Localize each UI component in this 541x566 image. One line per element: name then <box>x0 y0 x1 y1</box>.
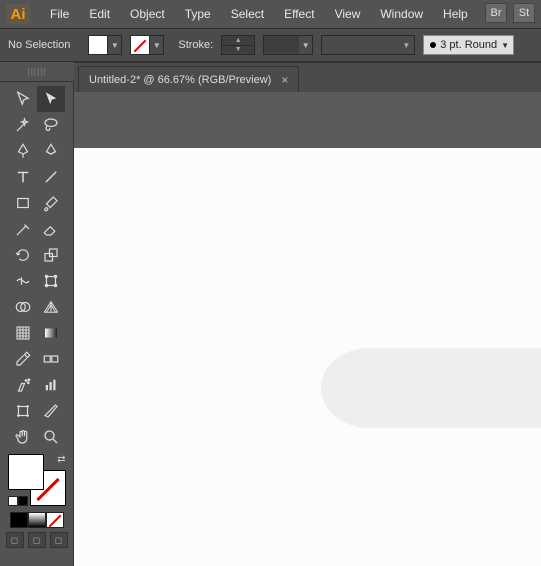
eyedropper-tool[interactable] <box>9 346 37 372</box>
stroke-weight-stepper[interactable]: ▲ ▼ <box>221 35 255 55</box>
chevron-down-icon: ▼ <box>501 41 509 50</box>
chevron-down-icon[interactable]: ▼ <box>222 46 254 55</box>
direct-selection-tool[interactable] <box>37 86 65 112</box>
menu-view[interactable]: View <box>325 0 371 28</box>
stroke-color-well[interactable] <box>130 35 150 55</box>
draw-inside-button[interactable]: ◻ <box>50 532 68 548</box>
stroke-color-dropdown[interactable]: ▼ <box>150 35 164 55</box>
menu-select[interactable]: Select <box>221 0 274 28</box>
stroke-weight-field[interactable] <box>263 35 299 55</box>
perspective-grid-tool[interactable] <box>37 294 65 320</box>
fill-swatch[interactable] <box>8 454 44 490</box>
width-tool[interactable] <box>9 268 37 294</box>
lasso-tool[interactable] <box>37 112 65 138</box>
shaper-tool[interactable] <box>9 216 37 242</box>
brush-label: 3 pt. Round <box>440 39 497 51</box>
zoom-tool[interactable] <box>37 424 65 450</box>
chevron-up-icon[interactable]: ▲ <box>222 36 254 46</box>
close-icon[interactable]: × <box>281 73 288 87</box>
pen-tool[interactable] <box>9 138 37 164</box>
draw-normal-button[interactable]: ◻ <box>6 532 24 548</box>
shape-builder-tool[interactable] <box>9 294 37 320</box>
document-tab-strip: Untitled-2* @ 66.67% (RGB/Preview) × <box>74 62 541 92</box>
document-tab-title: Untitled-2* @ 66.67% (RGB/Preview) <box>89 74 271 86</box>
tools-panel: ⇄ ◻ ◻ ◻ <box>0 82 74 566</box>
stroke-label: Stroke: <box>178 39 213 51</box>
selection-status: No Selection <box>8 39 70 51</box>
eraser-tool[interactable] <box>37 216 65 242</box>
variable-width-profile-dropdown[interactable]: ▼ <box>321 35 415 55</box>
stroke-weight-dropdown[interactable]: ▼ <box>299 35 313 55</box>
default-fill-stroke-icon[interactable] <box>8 496 28 506</box>
free-transform-tool[interactable] <box>37 268 65 294</box>
toolbar-collapse-handle[interactable]: |||||| <box>0 62 74 82</box>
swap-fill-stroke-icon[interactable]: ⇄ <box>57 454 65 465</box>
type-tool[interactable] <box>9 164 37 190</box>
rotate-tool[interactable] <box>9 242 37 268</box>
blend-tool[interactable] <box>37 346 65 372</box>
scale-tool[interactable] <box>37 242 65 268</box>
fill-stroke-swatch[interactable]: ⇄ <box>8 454 66 506</box>
fill-color-dropdown[interactable]: ▼ <box>108 35 122 55</box>
menu-bar: Ai File Edit Object Type Select Effect V… <box>0 0 541 28</box>
artwork-shape <box>321 348 541 428</box>
app-logo: Ai <box>6 4 30 24</box>
menu-help[interactable]: Help <box>433 0 478 28</box>
menu-type[interactable]: Type <box>175 0 221 28</box>
mesh-tool[interactable] <box>9 320 37 346</box>
menu-object[interactable]: Object <box>120 0 175 28</box>
gradient-tool[interactable] <box>37 320 65 346</box>
symbol-sprayer-tool[interactable] <box>9 372 37 398</box>
curvature-tool[interactable] <box>37 138 65 164</box>
slice-tool[interactable] <box>37 398 65 424</box>
app-switcher: Br St <box>485 3 535 23</box>
app-bridge-button[interactable]: Br <box>485 3 507 23</box>
screen-mode-row: ◻ ◻ ◻ <box>6 532 68 548</box>
draw-behind-button[interactable]: ◻ <box>28 532 46 548</box>
brush-dot-icon <box>430 42 436 48</box>
hand-tool[interactable] <box>9 424 37 450</box>
menu-edit[interactable]: Edit <box>79 0 120 28</box>
column-graph-tool[interactable] <box>37 372 65 398</box>
document-header-area <box>74 92 541 148</box>
paintbrush-tool[interactable] <box>37 190 65 216</box>
menu-window[interactable]: Window <box>370 0 433 28</box>
fill-color-well[interactable] <box>88 35 108 55</box>
gradient-mode-button[interactable] <box>28 512 46 528</box>
control-bar: No Selection ▼ ▼ Stroke: ▲ ▼ ▼ ▼ 3 pt. R… <box>0 28 541 62</box>
canvas[interactable] <box>74 148 541 566</box>
selection-tool[interactable] <box>9 86 37 112</box>
menu-file[interactable]: File <box>40 0 79 28</box>
none-mode-button[interactable] <box>46 512 64 528</box>
brush-definition-dropdown[interactable]: 3 pt. Round ▼ <box>423 35 514 55</box>
color-mode-row <box>10 512 64 528</box>
document-tab[interactable]: Untitled-2* @ 66.67% (RGB/Preview) × <box>78 66 299 92</box>
menu-effect[interactable]: Effect <box>274 0 324 28</box>
color-mode-button[interactable] <box>10 512 28 528</box>
line-segment-tool[interactable] <box>37 164 65 190</box>
rectangle-tool[interactable] <box>9 190 37 216</box>
app-stock-button[interactable]: St <box>513 3 535 23</box>
artboard-tool[interactable] <box>9 398 37 424</box>
magic-wand-tool[interactable] <box>9 112 37 138</box>
